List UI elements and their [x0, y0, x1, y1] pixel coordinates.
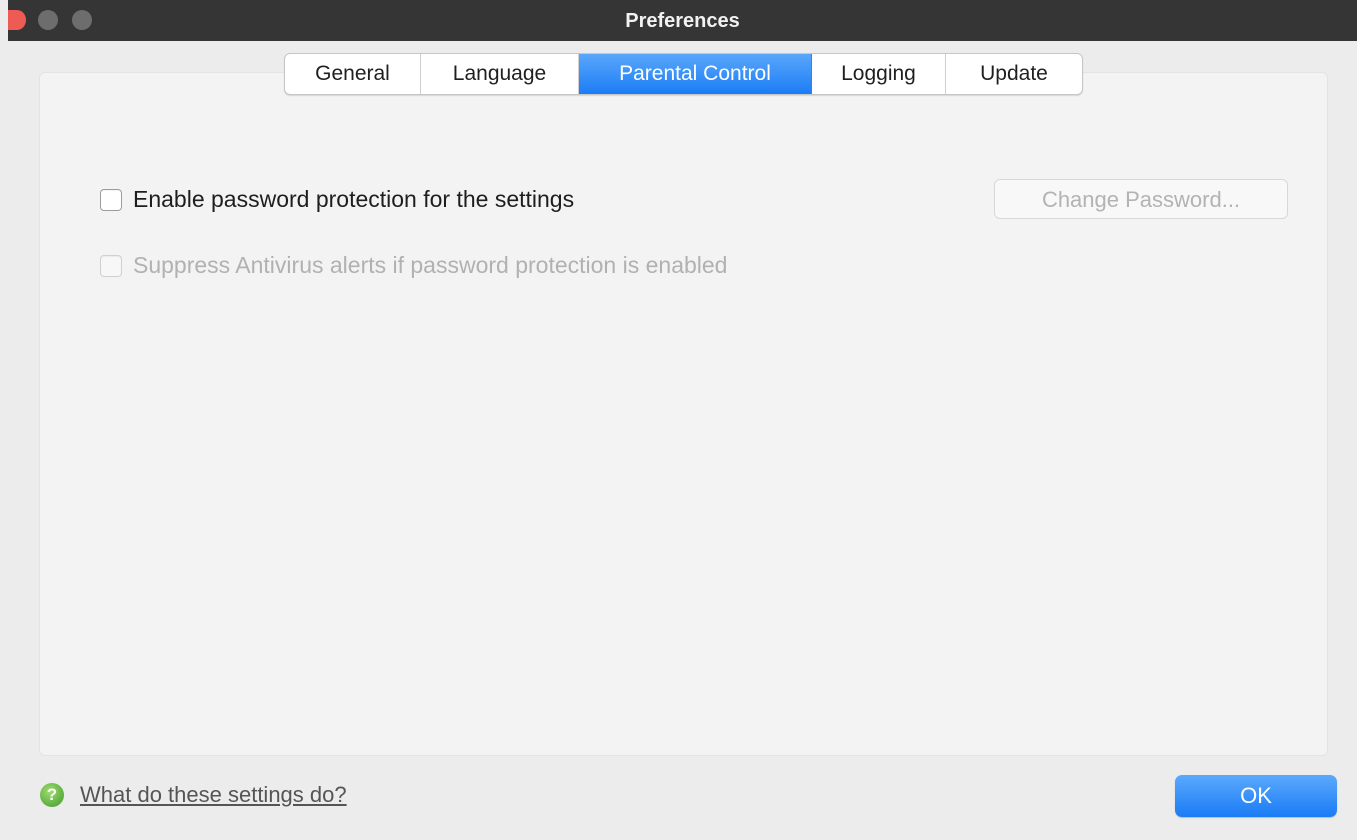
suppress-alerts-label: Suppress Antivirus alerts if password pr…	[133, 252, 728, 278]
help-question-icon: ?	[40, 783, 64, 807]
tab-language[interactable]: Language	[421, 54, 579, 94]
help-section: ? What do these settings do?	[40, 782, 347, 808]
preferences-window: Preferences General Language Parental Co…	[0, 0, 1357, 840]
suppress-alerts-row[interactable]: Suppress Antivirus alerts if password pr…	[100, 252, 727, 279]
settings-panel	[39, 72, 1328, 756]
password-protection-label: Enable password protection for the setti…	[133, 186, 575, 212]
tab-logging[interactable]: Logging	[812, 54, 946, 94]
tab-update[interactable]: Update	[946, 54, 1082, 94]
window-title: Preferences	[625, 10, 740, 32]
password-protection-checkbox[interactable]	[100, 188, 122, 211]
password-protection-row[interactable]: Enable password protection for the setti…	[100, 186, 574, 213]
ok-button[interactable]: OK	[1175, 775, 1337, 817]
tab-bar: General Language Parental Control Loggin…	[284, 53, 1083, 95]
help-link[interactable]: What do these settings do?	[80, 782, 347, 808]
tab-parental-control[interactable]: Parental Control	[579, 54, 812, 94]
suppress-alerts-checkbox[interactable]	[100, 254, 122, 277]
tab-general[interactable]: General	[285, 54, 421, 94]
title-bar: Preferences	[8, 0, 1357, 41]
change-password-button[interactable]: Change Password...	[994, 179, 1288, 219]
